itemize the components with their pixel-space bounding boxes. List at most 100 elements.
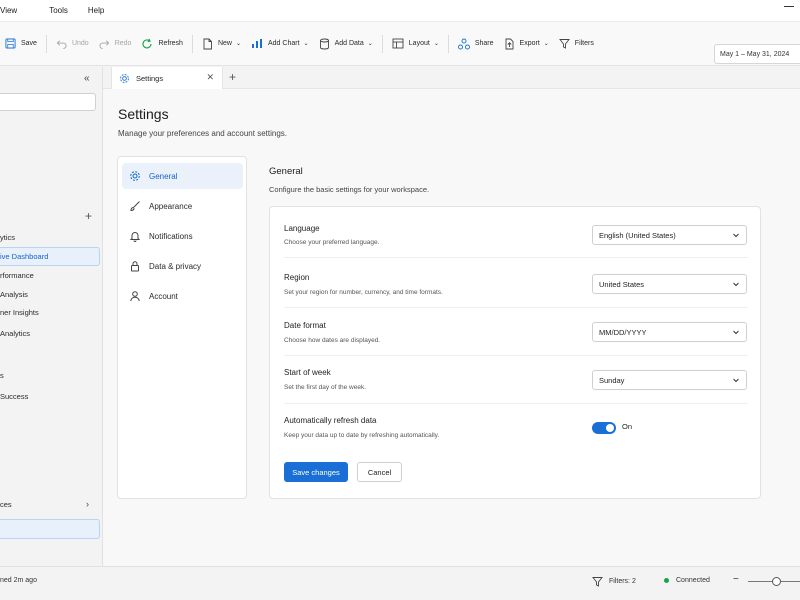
gear-icon <box>120 74 129 83</box>
toolbar-divider <box>381 34 383 53</box>
status-filters[interactable]: Filters: 2 <box>592 576 636 587</box>
gear-icon <box>130 171 140 181</box>
left-item[interactable]: rformance <box>0 271 34 280</box>
chevron-down-icon: ⌄ <box>303 41 309 47</box>
zoom-out-icon[interactable]: − <box>733 574 739 585</box>
general-settings-card: Language Choose your preferred language.… <box>269 206 761 499</box>
page-subtitle: Manage your preferences and account sett… <box>118 129 287 138</box>
left-item[interactable]: s <box>0 371 4 380</box>
person-icon <box>130 291 140 302</box>
filter-icon <box>558 39 570 49</box>
left-item-active[interactable]: ive Dashboard <box>0 247 100 266</box>
close-icon[interactable]: ✕ <box>206 72 214 83</box>
add-chart-button[interactable]: Add Chart ⌄ <box>246 33 314 55</box>
refresh-button[interactable]: Refresh <box>136 33 188 55</box>
new-document-icon <box>203 38 212 49</box>
filters-label: Filters <box>574 40 594 47</box>
nav-item-account[interactable]: Account <box>122 283 243 309</box>
setting-row-date-format: Date format Choose how dates are display… <box>284 308 748 356</box>
setting-label: Region <box>284 273 310 282</box>
save-changes-button[interactable]: Save changes <box>284 462 348 482</box>
save-icon <box>5 38 16 49</box>
chevron-right-icon[interactable]: › <box>86 499 89 509</box>
save-label: Save <box>21 40 37 47</box>
date-range-picker[interactable]: May 1 – May 31, 2024 <box>714 44 800 64</box>
filters-button[interactable]: Filters <box>554 33 599 55</box>
connection-status: Connected <box>664 577 710 584</box>
new-tab-icon[interactable]: + <box>229 70 236 84</box>
left-item[interactable]: Success <box>0 392 28 401</box>
select-value: Sunday <box>599 375 625 385</box>
undo-button[interactable]: Undo <box>51 33 94 55</box>
share-button[interactable]: Share <box>453 33 499 55</box>
redo-button[interactable]: Redo <box>94 33 137 55</box>
language-select[interactable]: English (United States) <box>592 225 747 245</box>
toolbar-divider <box>45 34 47 53</box>
setting-description: Keep your data up to date by refreshing … <box>284 432 440 439</box>
nav-item-data-privacy[interactable]: Data & privacy <box>122 253 243 279</box>
bar-chart-icon <box>252 39 262 48</box>
add-data-button[interactable]: Add Data ⌄ <box>314 33 378 55</box>
left-item[interactable]: ytics <box>0 233 15 242</box>
setting-description: Set your region for number, currency, an… <box>284 289 443 296</box>
export-button[interactable]: Export ⌄ <box>499 33 554 55</box>
left-item[interactable]: Analysis <box>0 290 28 299</box>
toolbar-divider <box>191 34 193 53</box>
nav-label: Appearance <box>149 201 193 211</box>
left-selected-item[interactable] <box>0 519 100 539</box>
select-value: United States <box>599 279 645 289</box>
chevron-down-icon: ⌄ <box>235 41 241 47</box>
layout-button[interactable]: Layout ⌄ <box>387 33 444 55</box>
redo-icon <box>99 40 109 49</box>
chevron-down-icon <box>733 330 739 335</box>
tab-settings[interactable]: Settings ✕ <box>111 67 223 90</box>
date-format-select[interactable]: MM/DD/YYYY <box>592 322 747 342</box>
cancel-button[interactable]: Cancel <box>357 462 402 482</box>
new-button[interactable]: New ⌄ <box>197 33 246 55</box>
chevron-down-icon: ⌄ <box>543 41 549 47</box>
export-icon <box>505 38 513 49</box>
layout-label: Layout <box>408 40 430 47</box>
add-icon[interactable]: + <box>85 209 92 223</box>
save-button[interactable]: Save <box>0 33 42 55</box>
refresh-label: Refresh <box>158 40 183 47</box>
menu-help[interactable]: Help <box>88 6 104 15</box>
setting-label: Automatically refresh data <box>284 416 377 425</box>
chevron-down-icon: ⌄ <box>367 41 373 47</box>
connection-label: Connected <box>676 577 710 584</box>
new-label: New <box>217 40 232 47</box>
add-data-label: Add Data <box>334 40 364 47</box>
setting-label: Language <box>284 224 320 233</box>
setting-row-region: Region Set your region for number, curre… <box>284 258 748 308</box>
settings-page: Settings Manage your preferences and acc… <box>103 89 800 566</box>
menu-tools[interactable]: Tools <box>49 6 68 15</box>
region-select[interactable]: United States <box>592 274 747 294</box>
left-search-input[interactable] <box>0 93 96 111</box>
left-item[interactable]: ner Insights <box>0 308 39 317</box>
tab-bar: Settings ✕ + <box>103 67 800 90</box>
chevron-down-icon: ⌄ <box>433 41 439 47</box>
filters-count: Filters: 2 <box>609 578 636 585</box>
collapse-pane-icon[interactable]: « <box>84 73 90 84</box>
nav-item-notifications[interactable]: Notifications <box>122 223 243 249</box>
settings-nav: General Appearance Notifications Data & … <box>117 156 247 499</box>
page-title: Settings <box>118 106 169 122</box>
refresh-icon <box>142 38 152 48</box>
start-of-week-select[interactable]: Sunday <box>592 370 747 390</box>
export-label: Export <box>519 40 540 47</box>
nav-label: Data & privacy <box>149 261 202 271</box>
menu-view[interactable]: View <box>0 6 17 15</box>
minimize-button[interactable] <box>784 6 794 7</box>
nav-item-appearance[interactable]: Appearance <box>122 193 243 219</box>
layout-icon <box>392 38 404 49</box>
select-value: MM/DD/YYYY <box>599 327 647 337</box>
setting-label: Date format <box>284 321 326 330</box>
setting-description: Choose your preferred language. <box>284 239 380 246</box>
nav-item-general[interactable]: General <box>122 163 243 189</box>
auto-refresh-toggle[interactable] <box>592 422 616 434</box>
left-item[interactable]: Analytics <box>0 329 30 338</box>
share-icon <box>457 38 470 49</box>
left-item[interactable]: ces <box>0 500 12 509</box>
toggle-state: On <box>622 422 633 431</box>
zoom-slider-thumb[interactable] <box>772 577 781 586</box>
